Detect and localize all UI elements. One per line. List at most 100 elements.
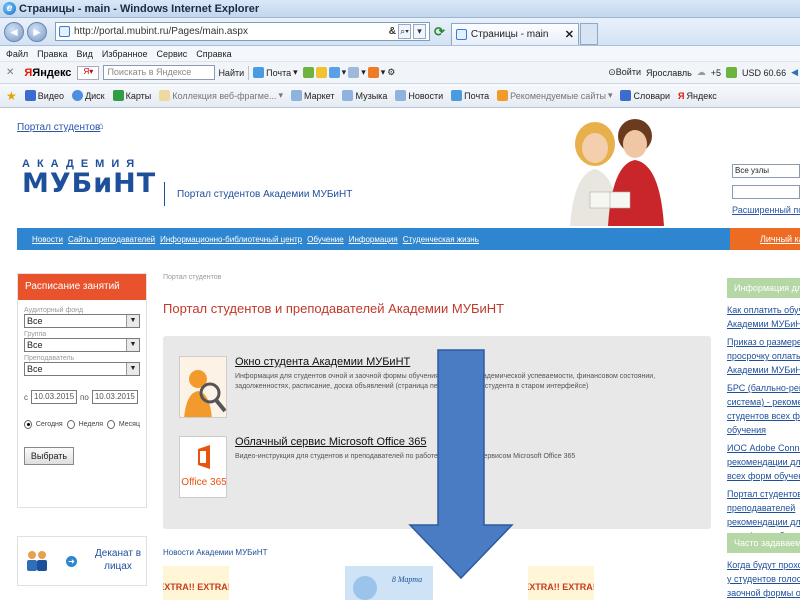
portal-students-link[interactable]: Портал студентов: [17, 122, 100, 133]
fav-news[interactable]: Новости: [395, 90, 443, 101]
faq-link-2[interactable]: заочной формы обучения: [727, 588, 800, 598]
new-tab-button[interactable]: [579, 23, 598, 45]
toolbar-orange-icon[interactable]: [367, 67, 379, 78]
go-dropdown-icon[interactable]: ▾: [413, 24, 426, 39]
toolbar-yellow-icon[interactable]: [315, 67, 327, 78]
fav-recommended[interactable]: Рекомендуемые сайты ▾: [497, 90, 612, 101]
speaker-icon[interactable]: ◀: [791, 67, 798, 78]
compat-icon[interactable]: &: [389, 26, 396, 37]
yandex-search-input[interactable]: Поискать в Яндексе: [103, 65, 216, 80]
fav-disk[interactable]: Диск: [72, 90, 105, 101]
menu-help[interactable]: Справка: [196, 49, 231, 59]
search-scope-select[interactable]: Все узлы: [732, 164, 800, 178]
dekanat-panel[interactable]: ➜ Деканат в лицах: [17, 536, 147, 586]
news-extra-image-1[interactable]: EXTRA!! EXTRA!!: [163, 566, 229, 600]
from-date-input[interactable]: 10.03.2015: [31, 390, 78, 404]
service-office365[interactable]: Office 365 Облачный сервис Microsoft Off…: [179, 436, 665, 498]
teacher-select[interactable]: Все: [24, 362, 140, 376]
nav-information[interactable]: Информация: [349, 235, 398, 244]
student-window-title[interactable]: Окно студента Академии МУБиНТ: [235, 356, 665, 368]
home-icon[interactable]: ⌂: [98, 121, 104, 132]
nav-education[interactable]: Обучение: [307, 235, 344, 244]
radio-month[interactable]: [107, 420, 115, 429]
fav-music[interactable]: Музыка: [342, 90, 387, 101]
refresh-icon[interactable]: ⟳: [434, 24, 445, 40]
office365-title[interactable]: Облачный сервис Microsoft Office 365: [235, 436, 665, 448]
yandex-find-button[interactable]: Найти: [218, 68, 244, 78]
yandex-mail-button[interactable]: Почта ▾: [253, 67, 298, 78]
fav-dictionaries[interactable]: Словари: [620, 90, 670, 101]
svg-text:8 Марта: 8 Марта: [392, 575, 422, 584]
info-link-1[interactable]: Академии МУБиНТ: [727, 319, 800, 329]
favorites-star-icon[interactable]: ★: [6, 89, 17, 103]
info-link-7[interactable]: БРС (балльно-рейтинговая: [727, 383, 800, 393]
yandex-logo[interactable]: ЯЯндекс: [24, 67, 71, 79]
radio-week[interactable]: [66, 420, 75, 429]
info-link-3[interactable]: Приказ о размере пени: [727, 337, 800, 347]
personal-cabinet-button[interactable]: Личный кабинет: [730, 228, 800, 250]
faq-link-0[interactable]: Когда будут проходить: [727, 560, 800, 570]
toolbar-green-icon[interactable]: [302, 67, 314, 78]
nav-student-life[interactable]: Студенческая жизнь: [403, 235, 479, 244]
city-label[interactable]: Ярославль: [646, 68, 692, 78]
info-link-10[interactable]: обучения: [727, 425, 800, 435]
fund-select[interactable]: Все: [24, 314, 140, 328]
forward-button[interactable]: ►: [27, 21, 47, 42]
menu-file[interactable]: Файл: [6, 49, 28, 59]
arrow-right-icon[interactable]: ➜: [66, 556, 77, 567]
address-url: http://portal.mubint.ru/Pages/main.aspx: [74, 26, 248, 37]
info-link-17[interactable]: преподавателей: [727, 503, 800, 513]
close-tab-icon[interactable]: ✕: [565, 28, 574, 41]
info-link-16[interactable]: Портал студентов: [727, 489, 800, 499]
nav-library[interactable]: Информационно-библиотечный центр: [160, 235, 302, 244]
settings-icon[interactable]: ⚙: [387, 67, 395, 78]
search-dropdown-icon[interactable]: ⌕▾: [398, 24, 411, 39]
info-link-14[interactable]: всех форм обучения: [727, 471, 800, 481]
fav-video[interactable]: Видео: [24, 90, 64, 101]
group-select[interactable]: Все: [24, 338, 140, 352]
yandex-dropdown[interactable]: Я▾: [77, 65, 100, 80]
usd-label[interactable]: USD 60.66: [742, 68, 786, 78]
fav-mail[interactable]: Почта: [451, 90, 489, 101]
choose-button[interactable]: Выбрать: [24, 447, 74, 465]
main-nav: Новости Сайты преподавателей Информацион…: [17, 228, 730, 250]
news-march-image[interactable]: 8 Марта: [345, 566, 433, 600]
info-link-18[interactable]: рекомендации для: [727, 517, 800, 527]
temperature-label[interactable]: +5: [711, 68, 721, 78]
faq-link-1[interactable]: у студентов голосования: [727, 574, 800, 584]
news-section-title[interactable]: Новости Академии МУБиНТ: [163, 548, 268, 557]
news-extra-image-2[interactable]: EXTRA!! EXTRA!!: [528, 566, 594, 600]
info-link-12[interactable]: ИОС Adobe Connect: [727, 443, 800, 453]
toolbar-doc-icon[interactable]: [348, 67, 360, 78]
menu-favorites[interactable]: Избранное: [102, 49, 148, 59]
tab-main[interactable]: Страницы - main ✕: [450, 23, 579, 45]
fav-market[interactable]: Маркет: [291, 90, 334, 101]
to-date-input[interactable]: 10.03.2015: [91, 390, 138, 404]
fav-yandex[interactable]: Я Яндекс: [678, 91, 717, 101]
info-link-5[interactable]: Академии МУБиНТ: [727, 365, 800, 375]
site-search-input[interactable]: [732, 185, 800, 199]
advanced-search-link[interactable]: Расширенный поиск: [732, 205, 800, 215]
info-link-9[interactable]: студентов всех форм: [727, 411, 800, 421]
radio-today[interactable]: [24, 420, 32, 429]
nav-teacher-sites[interactable]: Сайты преподавателей: [68, 235, 155, 244]
menu-view[interactable]: Вид: [77, 49, 93, 59]
address-input[interactable]: http://portal.mubint.ru/Pages/main.aspx …: [55, 22, 430, 41]
academy-logo[interactable]: АКАДЕМИЯ МУБиНТ: [22, 158, 156, 199]
fav-web-slices[interactable]: Коллекция веб-фрагме... ▾: [159, 90, 283, 101]
breadcrumb[interactable]: Портал студентов: [163, 274, 221, 281]
toolbar-blue-icon[interactable]: [328, 67, 340, 78]
info-link-13[interactable]: рекомендации для: [727, 457, 800, 467]
fav-maps[interactable]: Карты: [112, 90, 151, 101]
nav-news[interactable]: Новости: [32, 235, 63, 244]
service-student-window[interactable]: Окно студента Академии МУБиНТ Информация…: [179, 356, 665, 418]
menu-edit[interactable]: Правка: [37, 49, 67, 59]
menu-tools[interactable]: Сервис: [156, 49, 187, 59]
info-link-8[interactable]: система) - рекомендации: [727, 397, 800, 407]
address-bar-row: ◄ ► http://portal.mubint.ru/Pages/main.a…: [0, 18, 800, 46]
back-button[interactable]: ◄: [4, 21, 24, 42]
info-link-4[interactable]: просрочку оплаты: [727, 351, 800, 361]
info-link-0[interactable]: Как оплатить обучение: [727, 305, 800, 315]
login-button[interactable]: ⊙Войти: [608, 67, 641, 78]
close-toolbar-icon[interactable]: ✕: [6, 67, 14, 78]
